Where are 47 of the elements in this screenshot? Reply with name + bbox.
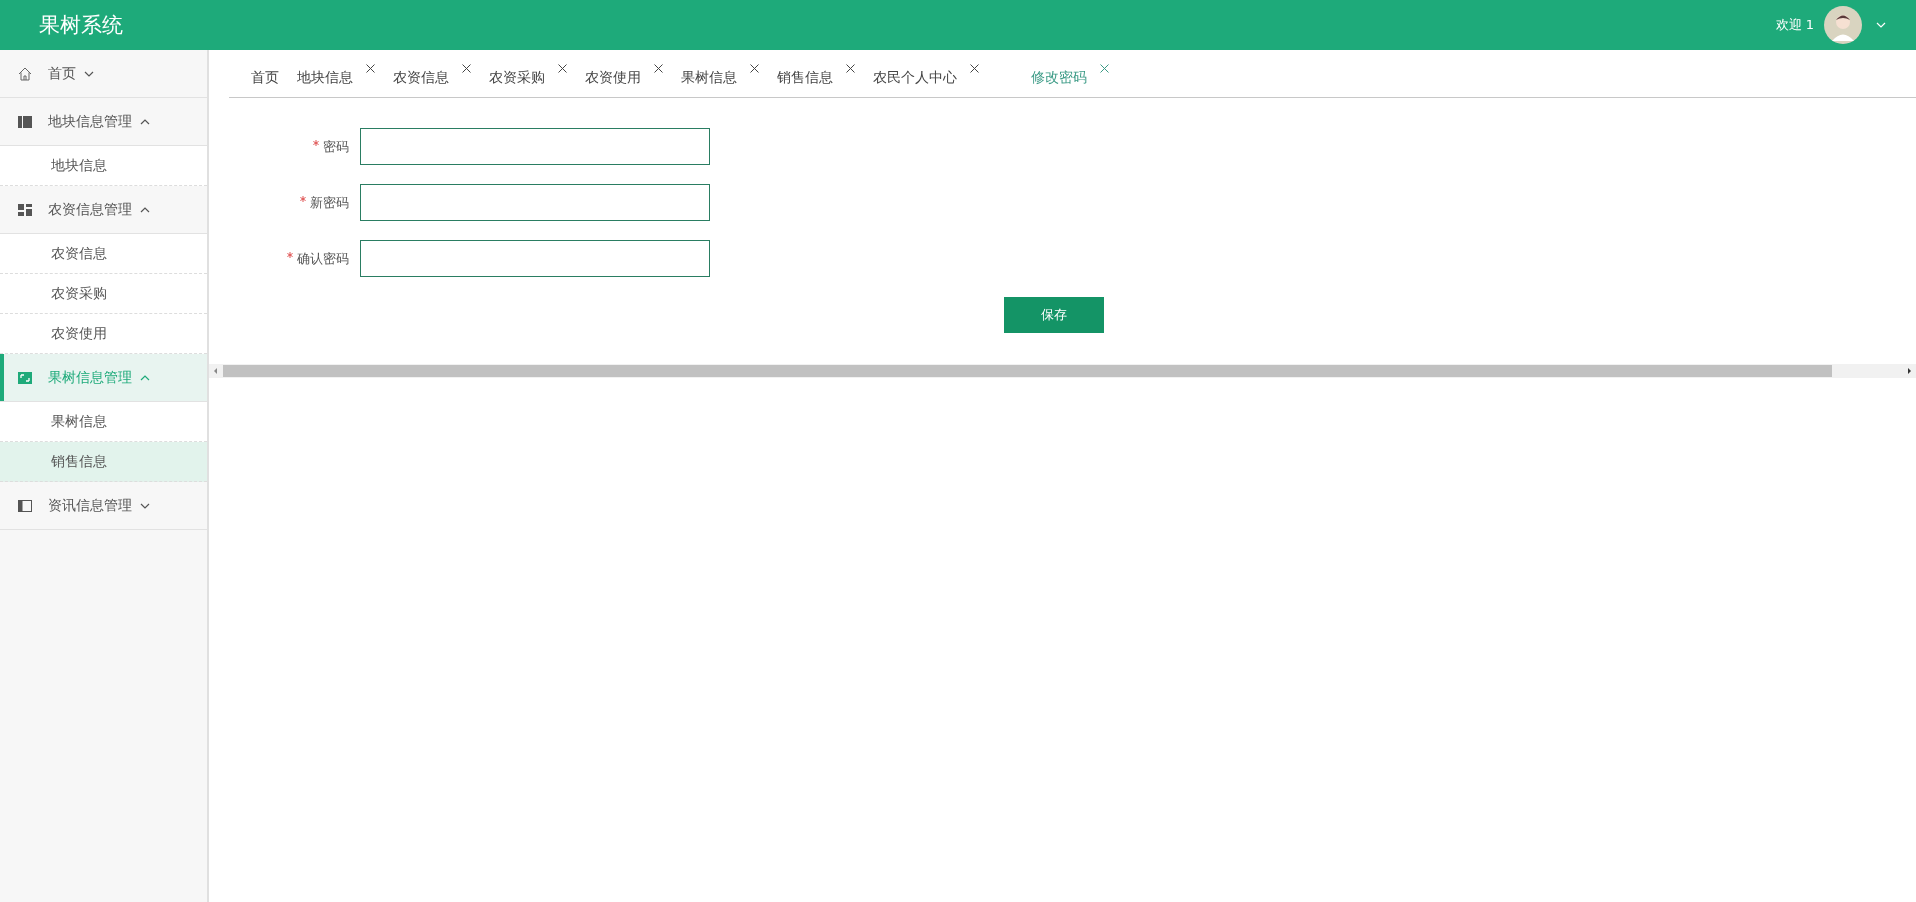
tab[interactable]: 果树信息 bbox=[681, 68, 759, 87]
columns-icon bbox=[17, 113, 33, 130]
panel-icon bbox=[17, 497, 33, 514]
tab[interactable]: 销售信息 bbox=[777, 68, 855, 87]
close-icon[interactable] bbox=[654, 63, 663, 73]
grid-icon bbox=[17, 201, 33, 218]
close-icon[interactable] bbox=[462, 63, 471, 73]
field-label: 新密码 bbox=[300, 193, 349, 212]
tab[interactable]: 农资信息 bbox=[393, 68, 471, 87]
menu-item[interactable]: 农资信息 bbox=[0, 234, 207, 274]
menu-item[interactable]: 地块信息 bbox=[0, 146, 207, 186]
chevron-icon bbox=[140, 118, 150, 125]
image-icon bbox=[17, 369, 33, 386]
menu-item[interactable]: 销售信息 bbox=[0, 442, 207, 482]
password-field[interactable] bbox=[360, 240, 710, 277]
scrollbar-thumb[interactable] bbox=[223, 365, 1832, 377]
menu-item[interactable]: 果树信息 bbox=[0, 402, 207, 442]
dropdown-caret-icon[interactable] bbox=[1876, 22, 1886, 28]
app-title: 果树系统 bbox=[39, 12, 124, 39]
password-field[interactable] bbox=[360, 184, 710, 221]
tab[interactable]: 农资使用 bbox=[585, 68, 663, 87]
home-icon bbox=[17, 65, 33, 82]
password-field[interactable] bbox=[360, 128, 710, 165]
menu-group[interactable]: 首页 bbox=[0, 50, 207, 98]
chevron-icon bbox=[140, 206, 150, 213]
tab[interactable]: 农资采购 bbox=[489, 68, 567, 87]
close-icon[interactable] bbox=[558, 63, 567, 73]
chevron-icon bbox=[84, 70, 94, 77]
avatar-icon[interactable] bbox=[1824, 6, 1862, 44]
close-icon[interactable] bbox=[970, 63, 979, 73]
chevron-icon bbox=[140, 374, 150, 381]
field-label: 确认密码 bbox=[287, 249, 349, 268]
horizontal-scrollbar[interactable] bbox=[209, 364, 1916, 378]
tab[interactable]: 修改密码 bbox=[1031, 68, 1109, 87]
menu-group[interactable]: 资讯信息管理 bbox=[0, 482, 207, 530]
tab[interactable]: 农民个人中心 bbox=[873, 68, 979, 87]
tab[interactable]: 首页 bbox=[251, 68, 279, 87]
close-icon[interactable] bbox=[846, 63, 855, 73]
chevron-icon bbox=[140, 502, 150, 509]
field-label: 密码 bbox=[313, 137, 349, 156]
menu-item[interactable]: 农资采购 bbox=[0, 274, 207, 314]
close-icon[interactable] bbox=[750, 63, 759, 73]
close-icon[interactable] bbox=[366, 63, 375, 73]
tab[interactable]: 地块信息 bbox=[297, 68, 375, 87]
save-button[interactable]: 保存 bbox=[1004, 297, 1104, 333]
welcome-text: 欢迎 1 bbox=[1775, 16, 1814, 34]
menu-item[interactable]: 农资使用 bbox=[0, 314, 207, 354]
